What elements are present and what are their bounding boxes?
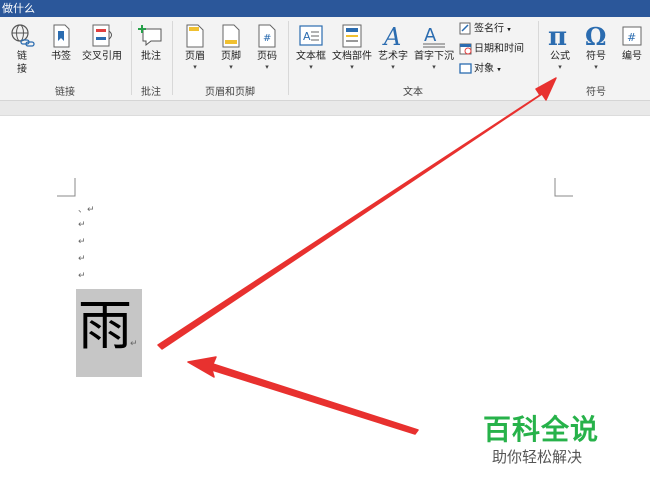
watermark-logo: 百科全说 [483, 413, 600, 446]
watermark-slogan: 助你轻松解决 [492, 448, 583, 466]
arrow-to-character [187, 356, 419, 435]
arrow-to-equation [157, 77, 557, 350]
